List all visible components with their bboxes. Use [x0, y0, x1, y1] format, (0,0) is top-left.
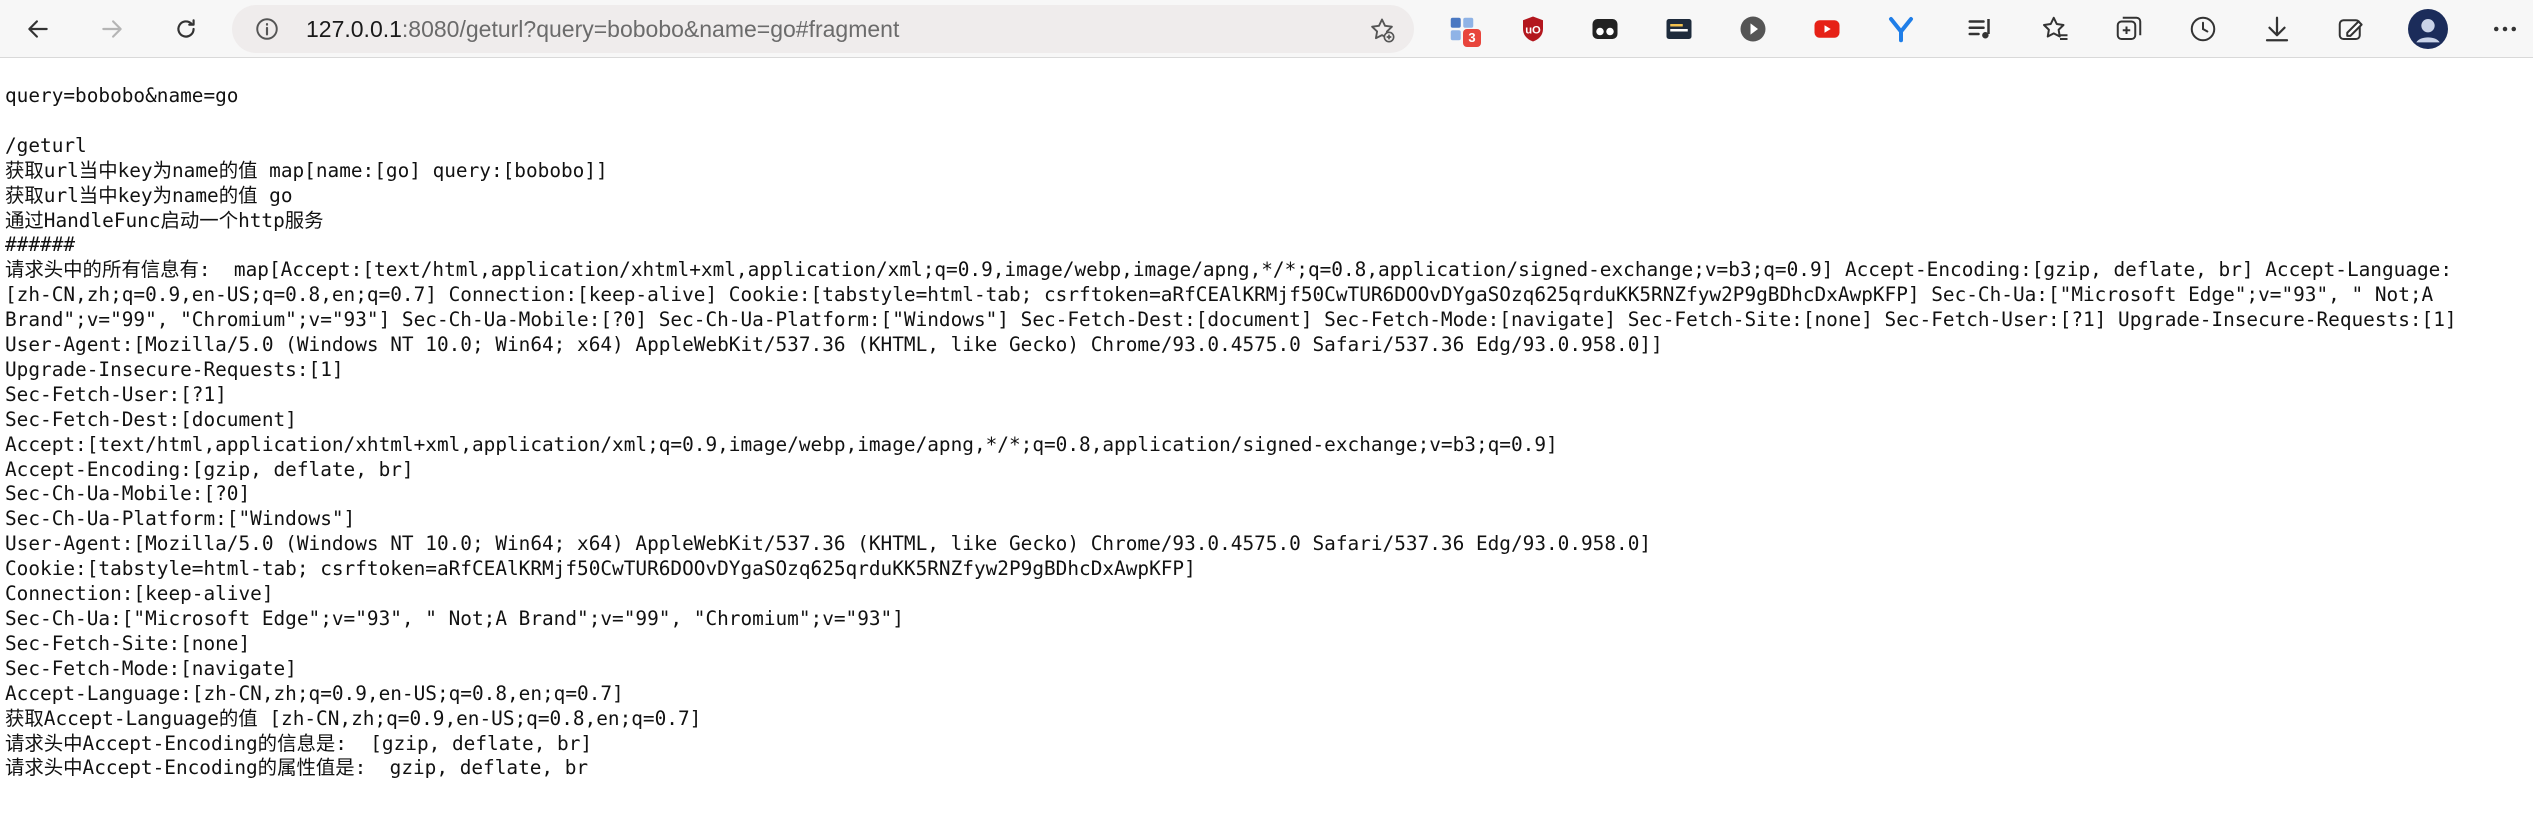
refresh-button[interactable]	[164, 8, 208, 50]
ublock-button[interactable]: uO	[1514, 10, 1552, 48]
response-line: [zh-CN,zh;q=0.9,en-US;q=0.8,en;q=0.7] Co…	[5, 283, 2434, 307]
extensions-badge: 3	[1463, 29, 1481, 47]
profile-button[interactable]	[2407, 8, 2449, 50]
response-line: Sec-Fetch-Mode:[navigate]	[5, 656, 297, 680]
profile-avatar-icon	[2408, 9, 2448, 49]
media-control-button[interactable]	[1962, 10, 2000, 48]
response-line: Sec-Ch-Ua-Platform:["Windows"]	[5, 507, 356, 531]
response-line: Accept:[text/html,application/xhtml+xml,…	[5, 432, 1558, 456]
response-line: Sec-Fetch-User:[?1]	[5, 382, 227, 406]
response-line: 请求头中Accept-Encoding的属性值是: gzip, deflate,…	[5, 756, 589, 780]
response-line: query=bobobo&name=go	[5, 84, 239, 107]
response-line: ######	[5, 233, 76, 257]
tampermonkey-button[interactable]	[1586, 10, 1624, 48]
history-button[interactable]	[2184, 10, 2222, 48]
history-icon	[2190, 16, 2216, 42]
favorites-button[interactable]	[2036, 10, 2074, 48]
media-control-icon	[1968, 19, 1990, 39]
response-line: Upgrade-Insecure-Requests:[1]	[5, 357, 344, 381]
collections-icon	[2116, 16, 2142, 40]
site-info-icon[interactable]	[254, 16, 280, 42]
y-extension-icon	[1889, 17, 1913, 43]
url-path: :8080/geturl?query=bobobo&name=go#fragme…	[401, 16, 900, 42]
youtube-button[interactable]	[1808, 10, 1846, 48]
response-line: 获取url当中key为name的值 map[name:[go] query:[b…	[5, 158, 608, 182]
response-line: 通过HandleFunc启动一个http服务	[5, 208, 324, 232]
downloads-icon	[2265, 16, 2289, 42]
response-line: Sec-Fetch-Site:[none]	[5, 631, 251, 655]
youtube-icon	[1814, 20, 1840, 38]
response-line: User-Agent:[Mozilla/5.0 (Windows NT 10.0…	[5, 333, 1663, 357]
play-icon	[1740, 16, 1766, 42]
add-favorite-icon[interactable]	[1368, 16, 1396, 44]
browser-toolbar: 127.0.0.1:8080/geturl?query=bobobo&name=…	[0, 0, 2533, 58]
favorites-icon	[2043, 16, 2068, 40]
back-arrow-icon	[28, 20, 48, 38]
downloads-button[interactable]	[2258, 10, 2296, 48]
address-bar[interactable]: 127.0.0.1:8080/geturl?query=bobobo&name=…	[232, 5, 1414, 53]
ublock-origin-icon: uO	[1523, 16, 1543, 42]
more-menu-icon	[2494, 26, 2516, 32]
response-line: 获取url当中key为name的值 go	[5, 183, 293, 207]
tampermonkey-icon	[1592, 19, 1618, 39]
response-line: 请求头中Accept-Encoding的信息是: [gzip, deflate,…	[5, 731, 593, 755]
response-line: Brand";v="99", "Chromium";v="93"] Sec-Ch…	[5, 308, 2457, 332]
response-line: Connection:[keep-alive]	[5, 582, 274, 606]
play-button[interactable]	[1734, 10, 1772, 48]
page-content: query=bobobo&name=go/geturl 获取url当中key为na…	[5, 84, 2529, 829]
more-menu-button[interactable]	[2486, 10, 2524, 48]
url-text[interactable]: 127.0.0.1:8080/geturl?query=bobobo&name=…	[306, 5, 899, 53]
response-line: User-Agent:[Mozilla/5.0 (Windows NT 10.0…	[5, 532, 1652, 556]
collections-button[interactable]	[2110, 10, 2148, 48]
extensions-button[interactable]: 3	[1443, 10, 1481, 48]
response-line: /geturl	[5, 133, 87, 157]
forward-button[interactable]	[90, 8, 134, 50]
response-line	[5, 109, 2529, 134]
response-line: Sec-Ch-Ua:["Microsoft Edge";v="93", " No…	[5, 607, 904, 631]
web-capture-icon	[2338, 19, 2363, 40]
y-extension-button[interactable]	[1882, 10, 1920, 48]
response-line: Sec-Fetch-Dest:[document]	[5, 407, 297, 431]
back-button[interactable]	[16, 8, 60, 50]
web-capture-button[interactable]	[2332, 10, 2370, 48]
svg-text:uO: uO	[1525, 24, 1541, 36]
response-line: 请求头中的所有信息有: map[Accept:[text/html,applic…	[5, 258, 2453, 282]
reader-button[interactable]	[1660, 10, 1698, 48]
refresh-icon	[177, 19, 195, 38]
response-line: Sec-Ch-Ua-Mobile:[?0]	[5, 482, 251, 506]
response-line: Accept-Encoding:[gzip, deflate, br]	[5, 457, 414, 481]
response-line: 获取Accept-Language的值 [zh-CN,zh;q=0.9,en-U…	[5, 706, 702, 730]
response-line: Accept-Language:[zh-CN,zh;q=0.9,en-US;q=…	[5, 681, 624, 705]
response-line: Cookie:[tabstyle=html-tab; csrftoken=aRf…	[5, 557, 1196, 581]
forward-arrow-icon	[102, 20, 122, 38]
url-host: 127.0.0.1	[306, 16, 402, 42]
reader-icon	[1666, 19, 1692, 39]
